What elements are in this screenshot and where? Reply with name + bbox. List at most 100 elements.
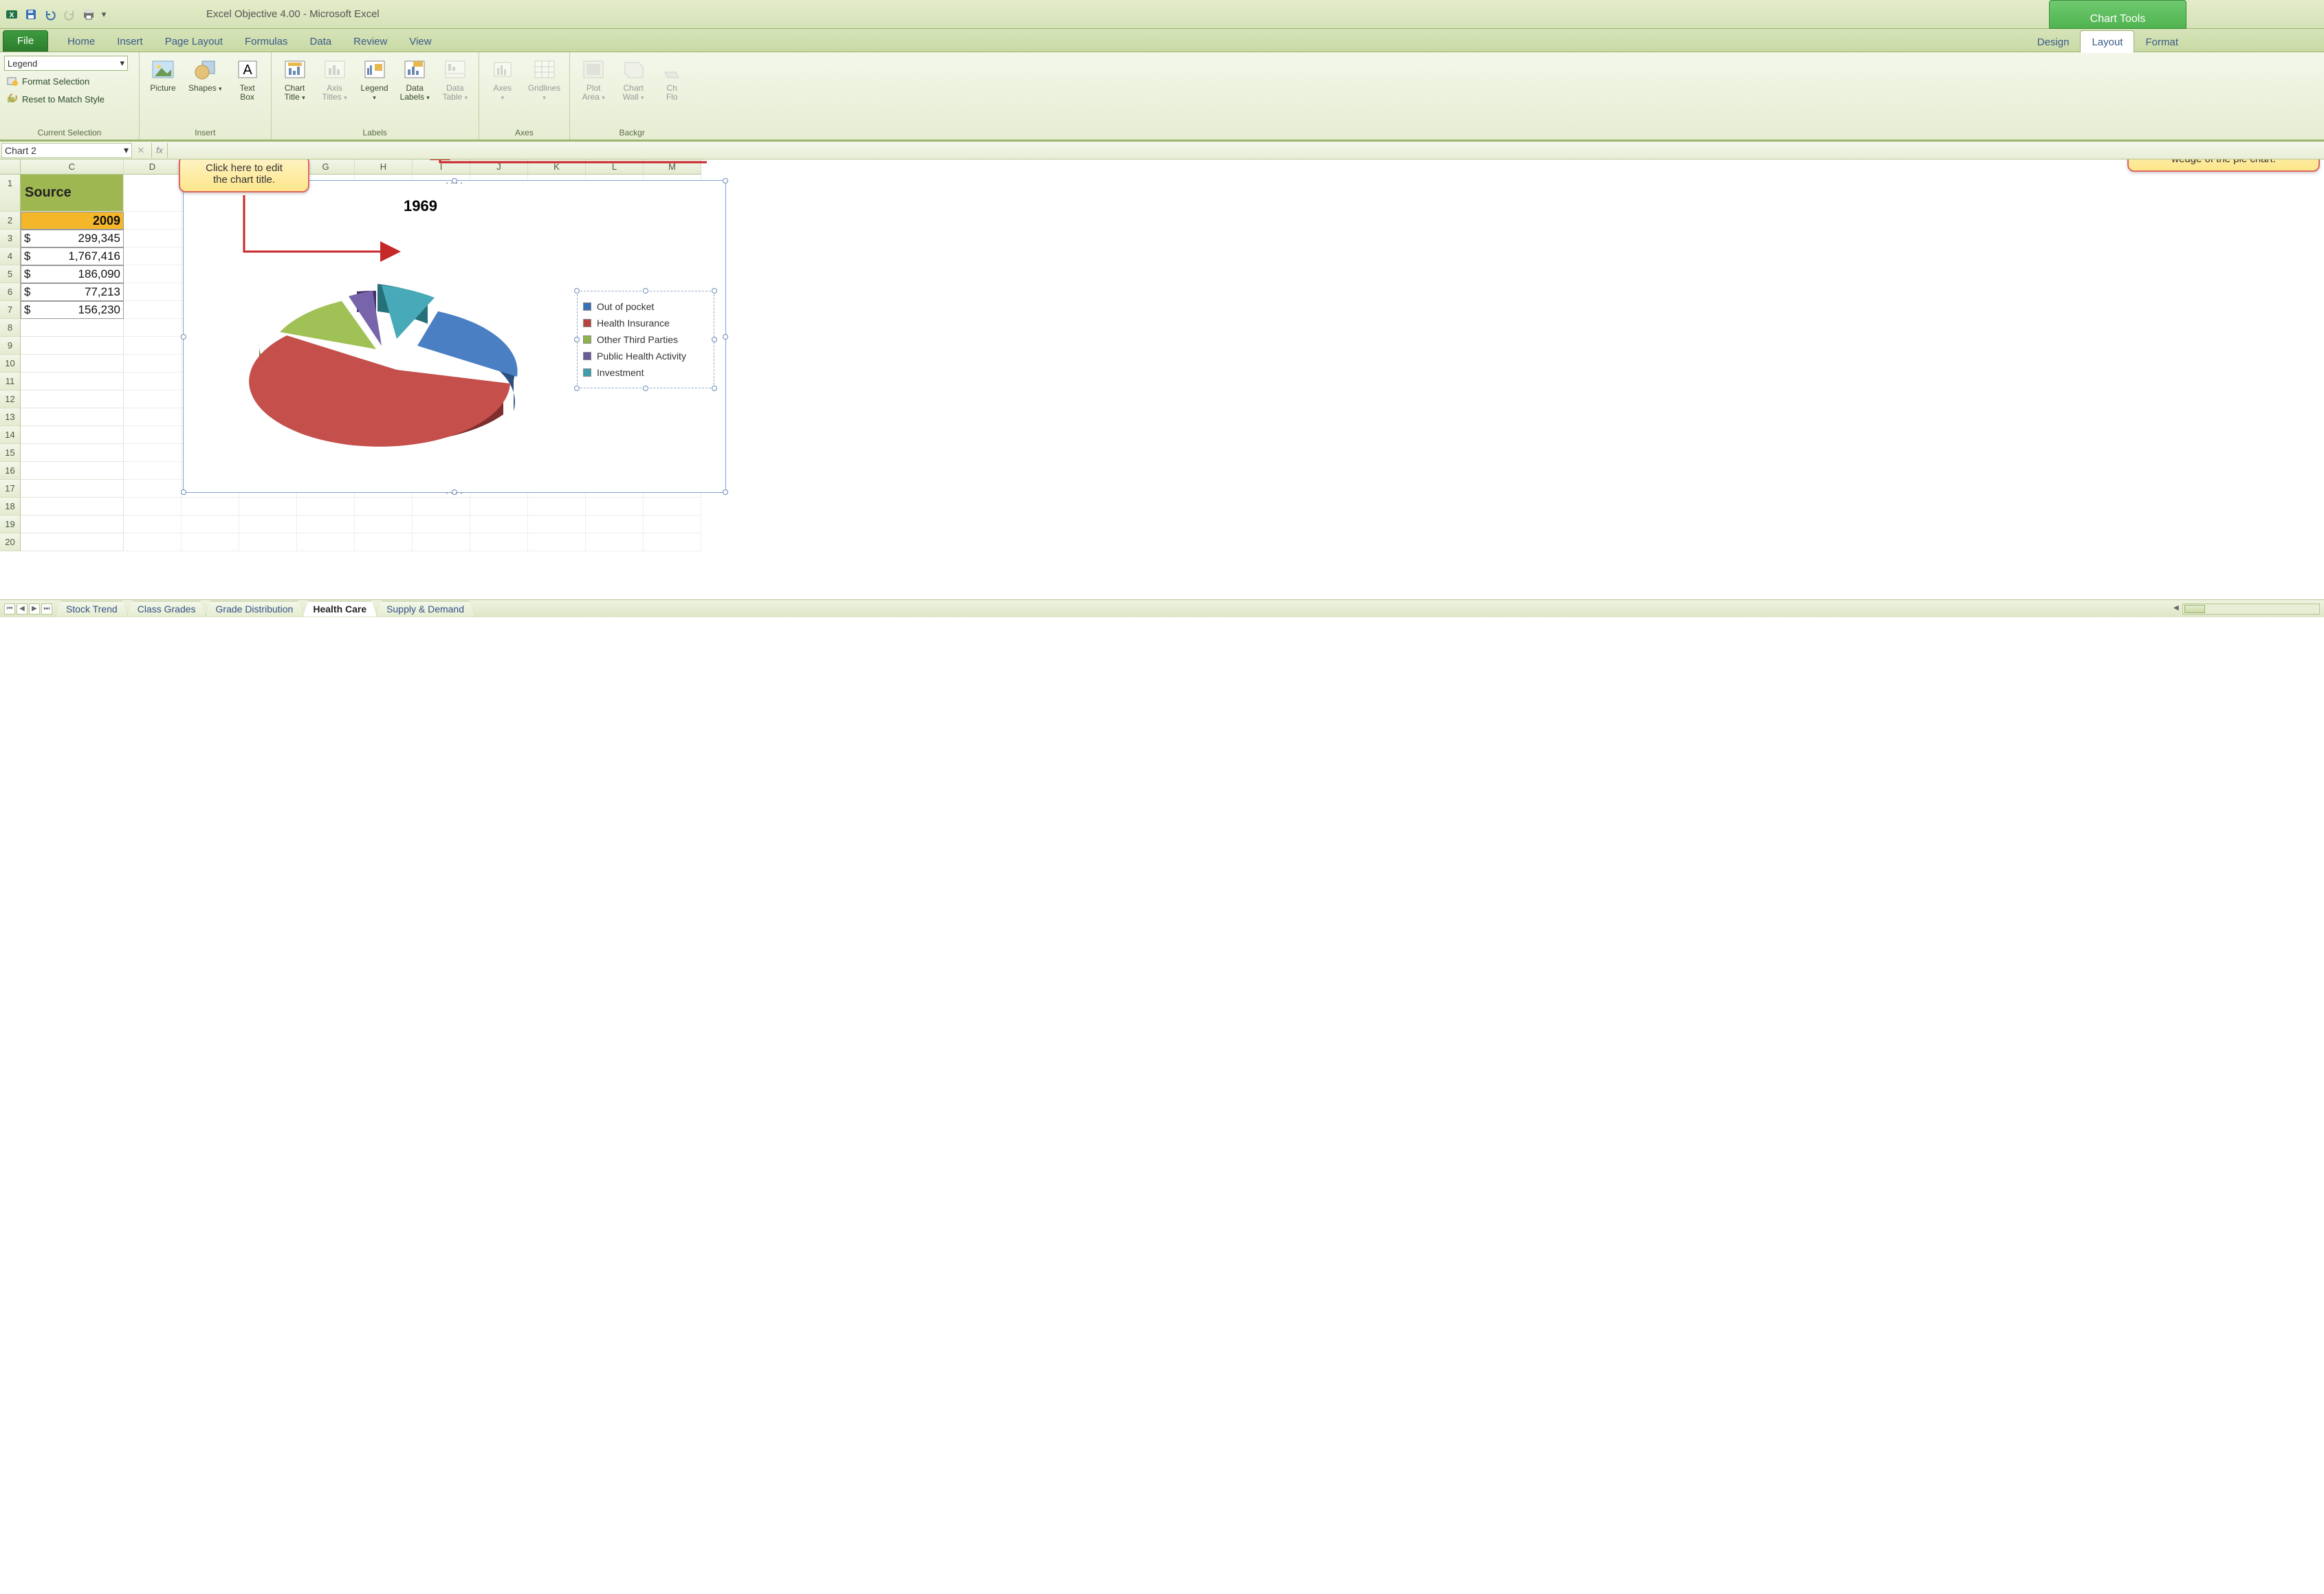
cell[interactable] [644, 498, 701, 516]
sheet-tab[interactable]: Class Grades [127, 601, 206, 617]
cell[interactable] [21, 498, 124, 516]
cell[interactable] [21, 516, 124, 533]
cell[interactable] [586, 498, 644, 516]
cell[interactable] [528, 516, 586, 533]
cell[interactable] [239, 498, 297, 516]
row-header[interactable]: 1 [0, 175, 21, 212]
picture-button[interactable]: Picture [144, 54, 182, 95]
row-header[interactable]: 14 [0, 426, 21, 444]
legend-item[interactable]: Investment [582, 364, 710, 381]
row-header[interactable]: 2 [0, 212, 21, 230]
cell[interactable] [124, 426, 182, 444]
row-header[interactable]: 15 [0, 444, 21, 462]
scrollbar-thumb[interactable] [2184, 605, 2205, 613]
legend-button[interactable]: Legend▾ [355, 54, 394, 104]
cell[interactable] [21, 408, 124, 426]
cell[interactable]: 2009 [21, 212, 124, 230]
row-header[interactable]: 6 [0, 283, 21, 301]
redo-icon[interactable] [61, 5, 78, 23]
sheet-nav-last-icon[interactable]: ⏭ [41, 604, 52, 615]
cell[interactable] [297, 498, 355, 516]
fx-icon[interactable]: fx [151, 143, 168, 158]
cell[interactable]: Source [21, 175, 124, 212]
tab-view[interactable]: View [398, 30, 442, 52]
column-header[interactable]: I [413, 159, 470, 174]
row-header[interactable]: 18 [0, 498, 21, 516]
pie-chart-plot[interactable] [197, 222, 569, 469]
cell[interactable] [182, 498, 239, 516]
cell[interactable] [21, 390, 124, 408]
legend-item[interactable]: Public Health Activity [582, 348, 710, 364]
cell[interactable] [182, 516, 239, 533]
tab-insert[interactable]: Insert [106, 30, 154, 52]
tab-home[interactable]: Home [56, 30, 106, 52]
cell[interactable]: $299,345 [21, 230, 124, 247]
cell[interactable] [297, 516, 355, 533]
qat-customize-icon[interactable]: ▾ [99, 5, 109, 23]
row-header[interactable]: 17 [0, 480, 21, 498]
cell[interactable] [470, 516, 528, 533]
tab-format[interactable]: Format [2134, 31, 2189, 52]
tab-file[interactable]: File [3, 30, 48, 52]
cell[interactable] [124, 373, 182, 390]
cell[interactable] [21, 426, 124, 444]
cell[interactable] [124, 301, 182, 319]
column-header[interactable]: K [528, 159, 586, 174]
row-header[interactable]: 7 [0, 301, 21, 319]
cell[interactable] [21, 533, 124, 551]
tab-design[interactable]: Design [2026, 31, 2081, 52]
cell[interactable] [182, 533, 239, 551]
cell[interactable] [470, 533, 528, 551]
cell[interactable] [124, 265, 182, 283]
cell[interactable] [528, 533, 586, 551]
row-header[interactable]: 8 [0, 319, 21, 337]
cell[interactable] [124, 230, 182, 247]
row-header[interactable]: 5 [0, 265, 21, 283]
cell[interactable]: $156,230 [21, 301, 124, 319]
chart-element-selector[interactable]: Legend ▾ [4, 56, 128, 71]
cell[interactable] [528, 498, 586, 516]
shapes-button[interactable]: Shapes ▾ [184, 54, 227, 95]
cell[interactable] [124, 498, 182, 516]
row-header[interactable]: 16 [0, 462, 21, 480]
column-header[interactable]: C [21, 159, 124, 174]
data-labels-button[interactable]: Data Labels ▾ [395, 54, 435, 104]
cell[interactable] [124, 533, 182, 551]
cell[interactable] [124, 408, 182, 426]
row-header[interactable]: 19 [0, 516, 21, 533]
cell[interactable] [239, 533, 297, 551]
column-header[interactable]: J [470, 159, 528, 174]
sheet-tab[interactable]: Grade Distribution [206, 601, 304, 617]
sheet-tab[interactable]: Stock Trend [56, 601, 128, 617]
chart-title[interactable]: 1969 [404, 197, 437, 215]
legend-item[interactable]: Other Third Parties [582, 331, 710, 348]
name-box[interactable]: Chart 2▾ [1, 143, 132, 158]
legend-item[interactable]: Health Insurance [582, 315, 710, 331]
cell[interactable] [413, 498, 470, 516]
cell[interactable] [413, 533, 470, 551]
tab-formulas[interactable]: Formulas [234, 30, 299, 52]
embedded-chart[interactable]: • • • • • • • • 1969 [183, 180, 726, 493]
column-header[interactable]: H [355, 159, 413, 174]
tab-data[interactable]: Data [298, 30, 342, 52]
cell[interactable] [239, 516, 297, 533]
cell[interactable] [355, 533, 413, 551]
chart-legend[interactable]: Out of pocketHealth InsuranceOther Third… [577, 291, 714, 388]
cell[interactable] [124, 212, 182, 230]
column-headers[interactable]: CDEFGHIJKLM [21, 159, 701, 175]
cell[interactable] [21, 337, 124, 355]
cell[interactable] [124, 247, 182, 265]
tab-page-layout[interactable]: Page Layout [154, 30, 234, 52]
cell[interactable] [355, 498, 413, 516]
cell[interactable] [124, 462, 182, 480]
cell[interactable] [124, 175, 182, 212]
cell[interactable] [21, 444, 124, 462]
cell[interactable] [124, 444, 182, 462]
sheet-nav-prev-icon[interactable]: ◀ [17, 604, 28, 615]
cell[interactable] [586, 516, 644, 533]
cell[interactable] [124, 319, 182, 337]
cell[interactable]: $1,767,416 [21, 247, 124, 265]
cell[interactable] [586, 533, 644, 551]
cell[interactable] [21, 462, 124, 480]
save-icon[interactable] [22, 5, 40, 23]
